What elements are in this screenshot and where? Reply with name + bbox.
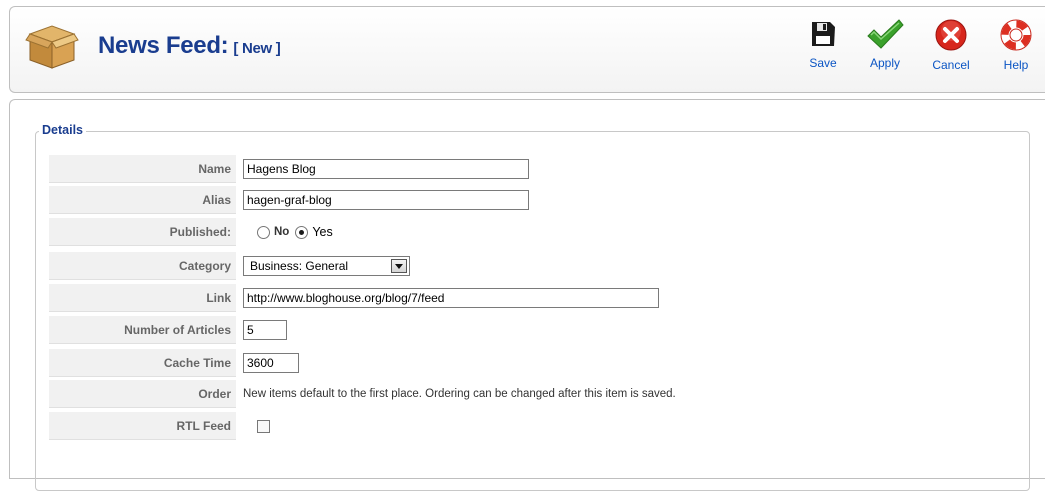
- checkmark-icon: [867, 19, 904, 49]
- save-button[interactable]: Save: [796, 18, 850, 84]
- help-button[interactable]: Help: [989, 18, 1043, 84]
- name-input[interactable]: [243, 159, 529, 179]
- category-label: Category: [49, 252, 236, 280]
- cancel-button[interactable]: Cancel: [924, 18, 978, 84]
- cancel-button-label: Cancel: [932, 58, 970, 72]
- num-articles-input[interactable]: [243, 320, 287, 340]
- rtl-feed-row: RTL Feed: [49, 412, 1019, 441]
- cache-time-input[interactable]: [243, 353, 299, 373]
- link-row: Link: [49, 284, 1019, 313]
- link-input[interactable]: [243, 288, 659, 308]
- cache-time-label: Cache Time: [49, 349, 236, 377]
- package-box-icon: [24, 18, 80, 72]
- link-label: Link: [49, 284, 236, 312]
- published-label: Published:: [49, 218, 236, 246]
- name-label: Name: [49, 155, 236, 183]
- cache-time-row: Cache Time: [49, 349, 1019, 378]
- order-label: Order: [49, 380, 236, 408]
- order-row: Order New items default to the first pla…: [49, 380, 1019, 409]
- help-button-label: Help: [1003, 58, 1029, 72]
- page-title: News Feed:[ New ]: [98, 32, 281, 60]
- apply-button-label: Apply: [869, 56, 901, 70]
- details-legend: Details: [39, 123, 86, 137]
- rtl-feed-label: RTL Feed: [49, 412, 236, 440]
- published-row: Published: No Yes: [49, 218, 1019, 247]
- alias-input[interactable]: [243, 190, 529, 210]
- page-title-text: News Feed:: [98, 32, 229, 59]
- lifebuoy-icon: [1000, 19, 1032, 51]
- alias-label: Alias: [49, 186, 236, 214]
- category-row: Category Business: General: [49, 252, 1019, 281]
- published-yes-label: Yes: [312, 225, 333, 239]
- name-row: Name: [49, 155, 1019, 184]
- save-button-label: Save: [809, 56, 837, 70]
- category-select[interactable]: Business: General: [243, 256, 410, 276]
- chevron-down-icon[interactable]: [391, 259, 407, 273]
- alias-row: Alias: [49, 186, 1019, 215]
- apply-button[interactable]: Apply: [858, 18, 912, 84]
- published-no-label: No: [274, 226, 290, 238]
- page-subtitle: [ New ]: [233, 40, 281, 57]
- floppy-disk-icon: [812, 22, 835, 46]
- published-yes-radio[interactable]: [295, 225, 309, 239]
- num-articles-row: Number of Articles: [49, 316, 1019, 345]
- category-selected-value: Business: General: [250, 259, 349, 273]
- cancel-x-icon: [935, 19, 967, 51]
- rtl-feed-checkbox[interactable]: [257, 419, 270, 433]
- order-note: New items default to the first place. Or…: [243, 388, 676, 400]
- published-no-radio[interactable]: [257, 225, 270, 239]
- num-articles-label: Number of Articles: [49, 316, 236, 344]
